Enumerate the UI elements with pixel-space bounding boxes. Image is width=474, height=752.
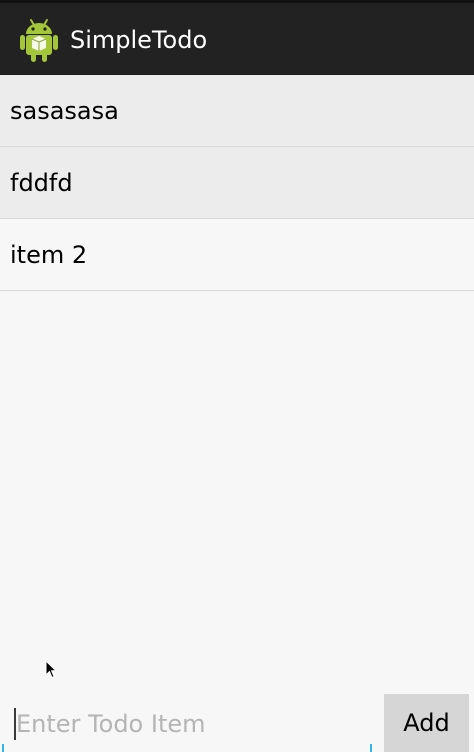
app-title: SimpleTodo [70,26,208,54]
mouse-pointer-icon [45,660,57,679]
action-bar: SimpleTodo [0,0,474,75]
todo-input[interactable]: Enter Todo Item [0,700,376,752]
list-item-label: item 2 [10,241,88,269]
todo-list[interactable]: sasasasa fddfd item 2 [0,75,474,291]
input-underline-left [2,744,4,752]
list-item-label: fddfd [10,169,73,197]
input-underline-right [370,744,372,752]
add-button[interactable]: Add [384,694,469,752]
list-item[interactable]: fddfd [0,147,474,219]
android-icon[interactable] [20,17,58,63]
list-item[interactable]: sasasasa [0,75,474,147]
todo-input-placeholder: Enter Todo Item [16,710,206,738]
list-item-label: sasasasa [10,97,119,125]
list-item[interactable]: item 2 [0,219,474,291]
